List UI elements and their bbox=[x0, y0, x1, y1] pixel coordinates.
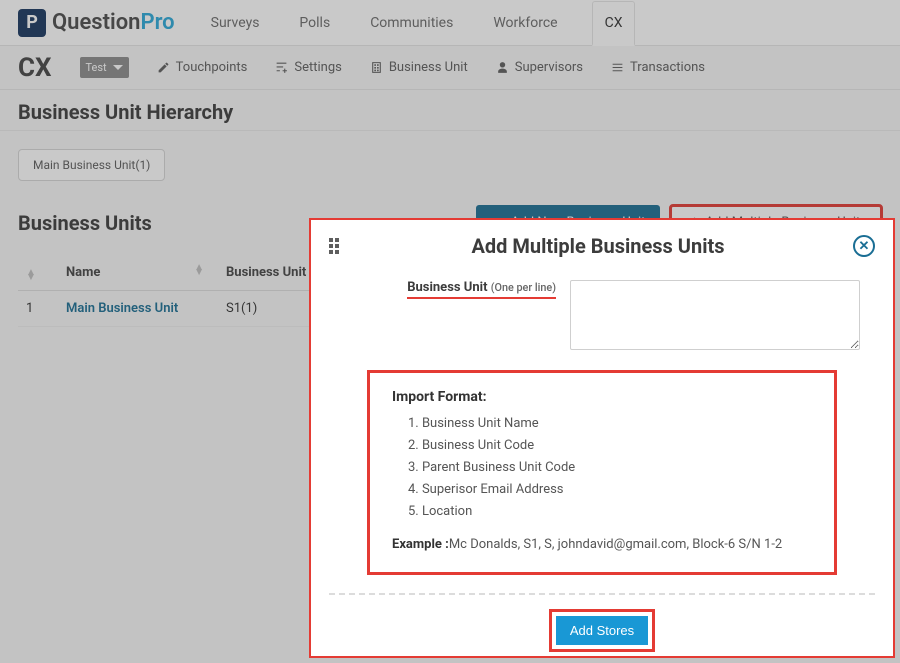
tab-cx[interactable]: CX bbox=[592, 1, 636, 46]
subnav-business-unit-label: Business Unit bbox=[389, 60, 468, 75]
sliders-icon bbox=[275, 61, 288, 74]
field-hint-text: (One per line) bbox=[491, 281, 556, 294]
drag-handle-icon[interactable] bbox=[329, 238, 343, 254]
building-icon bbox=[370, 61, 383, 74]
subnav-supervisors[interactable]: Supervisors bbox=[496, 60, 583, 75]
subnav-supervisors-label: Supervisors bbox=[515, 60, 583, 75]
subnav-touchpoints[interactable]: Touchpoints bbox=[157, 60, 248, 75]
subnav-touchpoints-label: Touchpoints bbox=[176, 60, 248, 75]
cell-name[interactable]: Main Business Unit bbox=[58, 291, 218, 327]
list-item: 5. Location bbox=[408, 501, 812, 523]
top-nav: P QuestionPro Surveys Polls Communities … bbox=[0, 0, 900, 46]
example-text: Mc Donalds, S1, S, johndavid@gmail.com, … bbox=[449, 537, 782, 552]
breadcrumb-pill[interactable]: Main Business Unit(1) bbox=[18, 149, 165, 181]
env-selector[interactable]: Test bbox=[80, 57, 129, 78]
brand-logo[interactable]: P QuestionPro bbox=[18, 9, 175, 37]
import-format-title: Import Format: bbox=[392, 389, 812, 405]
sub-nav: CX Test Touchpoints Settings Business Un… bbox=[0, 46, 900, 90]
add-stores-button[interactable]: Add Stores bbox=[556, 616, 648, 645]
add-multiple-modal: Add Multiple Business Units ✕ Business U… bbox=[309, 218, 895, 658]
col-name-label: Name bbox=[66, 265, 100, 280]
subnav-settings-label: Settings bbox=[294, 60, 341, 75]
sort-icon: ▲▼ bbox=[194, 265, 204, 275]
section-title: Business Units bbox=[18, 211, 152, 235]
import-example: Example :Mc Donalds, S1, S, johndavid@gm… bbox=[392, 537, 812, 552]
add-stores-highlight: Add Stores bbox=[549, 609, 655, 652]
sort-icon: ▲▼ bbox=[26, 270, 36, 280]
business-unit-textarea[interactable] bbox=[570, 280, 860, 350]
tab-surveys[interactable]: Surveys bbox=[205, 0, 266, 45]
col-name[interactable]: Name ▲▼ bbox=[58, 254, 218, 291]
list-item: 2. Business Unit Code bbox=[408, 435, 812, 457]
caret-down-icon bbox=[113, 65, 123, 70]
subnav-transactions-label: Transactions bbox=[630, 60, 705, 75]
tab-polls[interactable]: Polls bbox=[293, 0, 336, 45]
tab-communities[interactable]: Communities bbox=[364, 0, 459, 45]
logo-mark: P bbox=[18, 9, 46, 37]
list-item: 3. Parent Business Unit Code bbox=[408, 457, 812, 479]
logo-text-2: Pro bbox=[140, 10, 174, 35]
divider bbox=[329, 593, 875, 595]
close-button[interactable]: ✕ bbox=[853, 235, 875, 257]
logo-text-1: Question bbox=[52, 10, 140, 35]
pencil-icon bbox=[157, 61, 170, 74]
close-icon: ✕ bbox=[859, 239, 870, 254]
subnav-settings[interactable]: Settings bbox=[275, 60, 341, 75]
top-tabs: Surveys Polls Communities Workforce CX bbox=[205, 0, 636, 45]
business-unit-field-label: Business Unit (One per line) bbox=[407, 280, 556, 299]
list-item: 4. Superisor Email Address bbox=[408, 479, 812, 501]
list-icon bbox=[611, 61, 624, 74]
subnav-business-unit[interactable]: Business Unit bbox=[370, 60, 468, 75]
subnav-transactions[interactable]: Transactions bbox=[611, 60, 705, 75]
user-icon bbox=[496, 61, 509, 74]
page-title: Business Unit Hierarchy bbox=[0, 90, 900, 124]
modal-title: Add Multiple Business Units bbox=[343, 234, 853, 258]
cx-heading: CX bbox=[18, 53, 52, 83]
import-format-list: 1. Business Unit Name 2. Business Unit C… bbox=[392, 413, 812, 523]
tab-workforce[interactable]: Workforce bbox=[487, 0, 563, 45]
field-label-text: Business Unit bbox=[407, 280, 487, 295]
list-item: 1. Business Unit Name bbox=[408, 413, 812, 435]
cell-index: 1 bbox=[18, 291, 58, 327]
env-label: Test bbox=[86, 61, 107, 74]
col-index[interactable]: ▲▼ bbox=[18, 254, 58, 291]
import-format-box: Import Format: 1. Business Unit Name 2. … bbox=[367, 370, 837, 575]
example-label: Example : bbox=[392, 537, 449, 552]
